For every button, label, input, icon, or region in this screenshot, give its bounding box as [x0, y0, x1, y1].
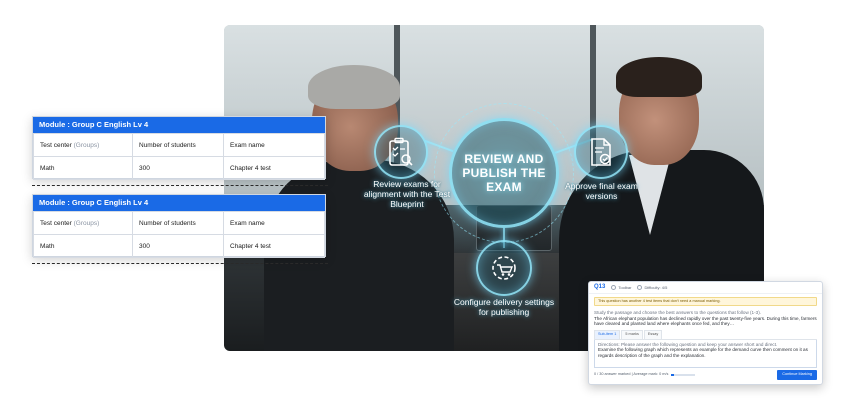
cell-exam: Chapter 4 test — [223, 234, 325, 258]
toolbar-chip[interactable]: Toolbar — [611, 285, 631, 291]
approve-step-label: Approve final exam versions — [565, 181, 638, 201]
column-header-exam: Exam name — [223, 211, 325, 235]
column-header-test-center: Test center (Groups) — [33, 211, 133, 235]
continue-marking-button[interactable]: Continue Marking — [777, 370, 817, 380]
module-table: Test center (Groups) Number of students … — [33, 133, 325, 180]
module-title: Module : Group C English Lv 4 — [33, 195, 325, 211]
circle-icon — [637, 285, 643, 291]
module-title: Module : Group C English Lv 4 — [33, 117, 325, 133]
question-toolbar: Q13 Toolbar Difficulty: 4/5 — [589, 282, 822, 294]
person-right-hair — [616, 57, 702, 97]
module-cards: Module : Group C English Lv 4 Test cente… — [32, 112, 328, 266]
table-header-row: Test center (Groups) Number of students … — [33, 133, 325, 157]
question-passage: The African elephant population has decl… — [594, 315, 817, 327]
cell-students: 300 — [132, 234, 224, 258]
column-header-test-center: Test center (Groups) — [33, 133, 133, 157]
review-step-badge — [374, 125, 428, 179]
sub-item-tabs: Sub-item 1 5 marks Essay — [594, 329, 817, 340]
progress-text: 0 / 30 answer marked | Average mark: 0 m… — [594, 372, 669, 377]
cell-test-center: Math — [33, 234, 133, 258]
configure-step-label: Configure delivery settings for publishi… — [453, 297, 555, 317]
difficulty-chip: Difficulty: 4/5 — [637, 285, 667, 291]
configure-step-badge — [476, 240, 532, 296]
hub-title: REVIEW AND PUBLISH THE EXAM — [462, 152, 546, 194]
prompt-text: Examine the following graph which repres… — [598, 347, 808, 358]
column-header-exam: Exam name — [223, 133, 325, 157]
tab-sub-item-1[interactable]: Sub-item 1 — [594, 329, 621, 339]
divider-dashed — [32, 185, 328, 186]
question-number: Q13 — [594, 284, 606, 290]
document-check-icon — [591, 138, 611, 166]
module-table: Test center (Groups) Number of students … — [33, 211, 325, 258]
review-publish-hub: REVIEW AND PUBLISH THE EXAM — [449, 118, 559, 228]
cell-exam: Chapter 4 test — [223, 156, 325, 180]
table-row[interactable]: Math 300 Chapter 4 test — [33, 156, 325, 180]
tab-essay[interactable]: Essay — [643, 329, 663, 339]
question-footer: 0 / 30 answer marked | Average mark: 0 m… — [594, 370, 817, 380]
table-header-row: Test center (Groups) Number of students … — [33, 211, 325, 235]
column-header-students: Number of students — [132, 211, 224, 235]
approve-step-badge — [574, 125, 628, 179]
module-card[interactable]: Module : Group C English Lv 4 Test cente… — [32, 194, 326, 258]
tab-marks[interactable]: 5 marks — [621, 329, 643, 339]
column-header-students: Number of students — [132, 133, 224, 157]
cell-students: 300 — [132, 156, 224, 180]
person-left-hair — [308, 65, 400, 109]
gear-cart-icon — [492, 256, 516, 280]
divider-dashed — [32, 263, 328, 264]
module-card[interactable]: Module : Group C English Lv 4 Test cente… — [32, 116, 326, 180]
marking-progress: 0 / 30 answer marked | Average mark: 0 m… — [594, 372, 696, 378]
circle-icon — [611, 285, 617, 291]
clipboard-search-icon — [389, 137, 413, 166]
table-row[interactable]: Math 300 Chapter 4 test — [33, 234, 325, 258]
sub-item-panel: Directions: Please answer the following … — [594, 339, 817, 368]
question-card: Q13 Toolbar Difficulty: 4/5 This questio… — [588, 281, 823, 385]
progress-bar — [671, 374, 696, 377]
question-body: Study the passage and choose the best an… — [589, 308, 822, 327]
progress-bar-fill — [671, 374, 674, 377]
cell-test-center: Math — [33, 156, 133, 180]
review-step-label: Review exams for alignment with the Test… — [363, 179, 451, 209]
warning-banner: This question has another 4 test items t… — [594, 296, 817, 307]
